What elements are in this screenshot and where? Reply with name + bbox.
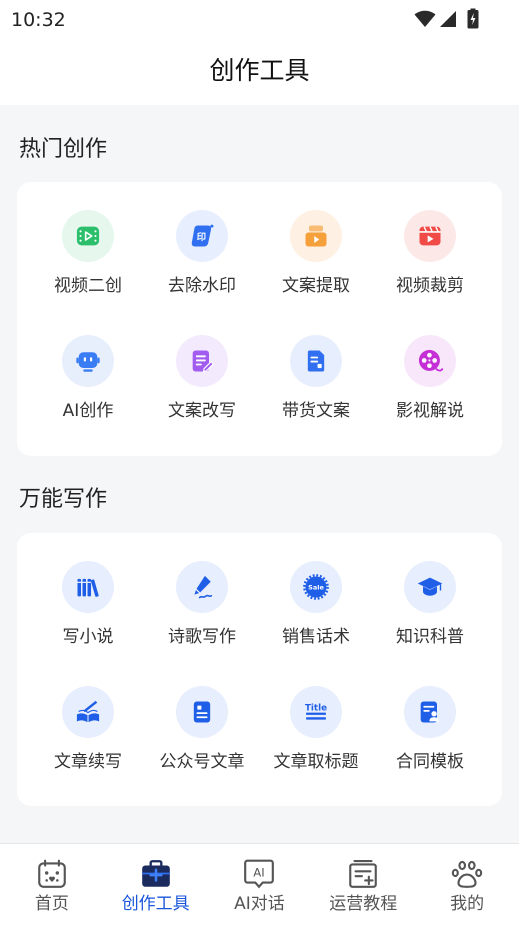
tool-video-remix[interactable]: 视频二创 (31, 210, 145, 335)
ai-chat-icon-text: AI (254, 866, 265, 880)
tool-poetry-writing[interactable]: 诗歌写作 (145, 561, 259, 686)
tab-label: AI对话 (234, 894, 285, 914)
ai-chat-icon: AI (244, 859, 275, 889)
tool-label: 知识科普 (396, 627, 464, 647)
bottom-tab-bar: 首页 创作工具 AI AI对话 运营教程 我的 (0, 843, 519, 925)
watermark-remove-icon: 印 (176, 210, 228, 262)
tool-article-title[interactable]: Title 文章取标题 (259, 686, 373, 811)
section-title-writing: 万能写作 (19, 487, 108, 512)
tool-label: 合同模板 (396, 752, 464, 772)
tab-ai-chat[interactable]: AI AI对话 (208, 844, 312, 925)
home-icon (38, 859, 66, 888)
contract-icon (404, 686, 456, 738)
graduation-cap-icon (404, 561, 456, 613)
tool-label: 诗歌写作 (168, 627, 236, 647)
tab-home[interactable]: 首页 (0, 844, 104, 925)
tab-label: 首页 (34, 894, 69, 914)
video-remix-icon (62, 210, 114, 262)
film-reel-icon (404, 335, 456, 387)
tool-product-copy[interactable]: 带货文案 (259, 335, 373, 460)
tool-contract-template[interactable]: 合同模板 (373, 686, 487, 811)
tab-creation-tools[interactable]: 创作工具 (104, 844, 208, 925)
sale-badge-text: Sale (308, 583, 324, 591)
battery-charging-icon (467, 8, 479, 29)
video-clip-icon (404, 210, 456, 262)
tool-label: 视频裁剪 (396, 276, 464, 296)
tool-ai-creation[interactable]: AI创作 (31, 335, 145, 460)
tab-label: 运营教程 (329, 894, 398, 914)
tool-label: 销售话术 (282, 627, 350, 647)
tool-label: 文案改写 (168, 401, 236, 421)
title-icon: Title (290, 686, 342, 738)
tab-label: 我的 (450, 894, 485, 914)
tool-label: 公众号文章 (159, 752, 245, 772)
tool-video-clipping[interactable]: 视频裁剪 (373, 210, 487, 335)
toolbox-icon (141, 860, 170, 887)
title-icon-text: Title (305, 703, 327, 713)
watermark-stamp-text: 印 (197, 231, 206, 243)
status-time: 10:32 (11, 9, 66, 31)
tool-watermark-removal[interactable]: 印 去除水印 (145, 210, 259, 335)
tool-wechat-article[interactable]: 公众号文章 (145, 686, 259, 811)
signal-icon (440, 11, 456, 27)
writing-tools-card: 写小说 诗歌写作 Sale 销售话术 知识科普 文章续写 公众号文章 Title… (17, 533, 502, 806)
status-bar: 10:32 (0, 0, 519, 40)
copy-extract-icon (290, 210, 342, 262)
tool-copy-rewrite[interactable]: 文案改写 (145, 335, 259, 460)
robot-icon (62, 335, 114, 387)
tool-novel-writing[interactable]: 写小说 (31, 561, 145, 686)
tool-label: AI创作 (62, 401, 114, 421)
tutorial-icon (349, 859, 378, 888)
tool-label: 文章取标题 (273, 752, 359, 772)
tool-label: 文章续写 (54, 752, 122, 772)
tool-label: 文案提取 (282, 276, 350, 296)
wifi-icon (414, 10, 436, 27)
books-icon (62, 561, 114, 613)
tool-film-commentary[interactable]: 影视解说 (373, 335, 487, 460)
tab-profile[interactable]: 我的 (415, 844, 519, 925)
tab-label: 创作工具 (121, 894, 190, 914)
quill-icon (176, 561, 228, 613)
paw-icon (451, 860, 483, 888)
tool-copy-extraction[interactable]: 文案提取 (259, 210, 373, 335)
tool-science-popularization[interactable]: 知识科普 (373, 561, 487, 686)
page-header: 创作工具 (0, 40, 519, 105)
sales-doc-icon (290, 335, 342, 387)
tool-article-continuation[interactable]: 文章续写 (31, 686, 145, 811)
sale-badge-icon: Sale (290, 561, 342, 613)
tool-label: 写小说 (62, 627, 114, 647)
page-title: 创作工具 (209, 56, 310, 85)
tool-label: 影视解说 (396, 401, 464, 421)
tool-sales-script[interactable]: Sale 销售话术 (259, 561, 373, 686)
tool-label: 视频二创 (54, 276, 122, 296)
rewrite-icon (176, 335, 228, 387)
section-title-hot: 热门创作 (19, 137, 108, 162)
tool-label: 带货文案 (282, 401, 350, 421)
article-icon (176, 686, 228, 738)
book-pen-icon (62, 686, 114, 738)
hot-tools-card: 视频二创 印 去除水印 文案提取 视频裁剪 AI创作 文案改写 带货文案 影视解… (17, 182, 502, 456)
tab-tutorials[interactable]: 运营教程 (311, 844, 415, 925)
tool-label: 去除水印 (168, 276, 236, 296)
